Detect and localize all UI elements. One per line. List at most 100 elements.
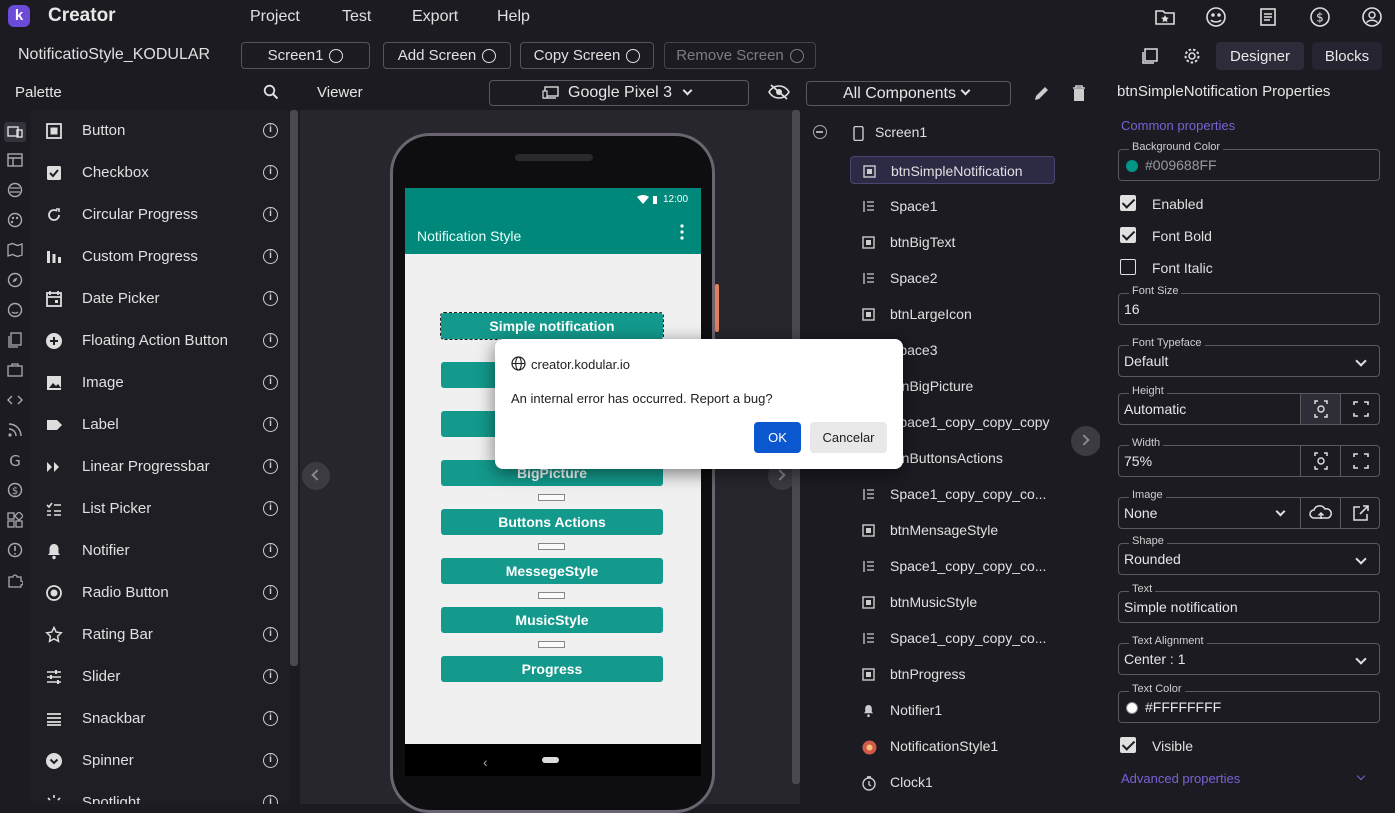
tree-item-space-copy-3[interactable]: Space1_copy_copy_co... — [850, 552, 1055, 580]
storage-category-icon[interactable] — [7, 332, 23, 348]
palette-item-date-picker[interactable]: Date Picker i — [31, 278, 289, 320]
open-external-icon[interactable] — [1340, 498, 1380, 528]
tree-item-btnsimplenotification[interactable]: btnSimpleNotification — [850, 156, 1055, 184]
info-icon[interactable]: i — [263, 417, 278, 432]
widgets-category-icon[interactable] — [7, 512, 23, 528]
phone-button-progress[interactable]: Progress — [441, 656, 663, 682]
info-icon[interactable]: i — [263, 459, 278, 474]
phone-space[interactable] — [538, 592, 565, 599]
palette-item-button[interactable]: Button i — [31, 110, 289, 152]
tree-item-space1[interactable]: Space1 — [850, 192, 1055, 220]
palette-item-circular-progress[interactable]: Circular Progress i — [31, 194, 289, 236]
gallery-icon[interactable] — [1141, 47, 1159, 65]
remove-screen-button[interactable]: Remove Screen — [664, 42, 816, 69]
tree-item-clock1[interactable]: Clock1 — [850, 768, 1055, 796]
code-category-icon[interactable] — [7, 392, 23, 408]
common-properties-header[interactable]: Common properties — [1121, 118, 1235, 133]
menu-project[interactable]: Project — [250, 8, 300, 26]
font-bold-checkbox[interactable] — [1120, 227, 1136, 243]
tree-item-notificationstyle1[interactable]: NotificationStyle1 — [850, 732, 1055, 760]
starred-folder-icon[interactable] — [1154, 6, 1176, 28]
palette-item-spinner[interactable]: Spinner i — [31, 740, 289, 782]
info-icon[interactable]: i — [263, 207, 278, 222]
info-icon[interactable]: i — [263, 333, 278, 348]
collapse-left-icon[interactable] — [302, 462, 330, 490]
info-icon[interactable]: i — [263, 627, 278, 642]
blocks-tab[interactable]: Blocks — [1312, 42, 1382, 70]
info-icon[interactable]: i — [263, 375, 278, 390]
palette-item-linear-progressbar[interactable]: Linear Progressbar i — [31, 446, 289, 488]
settings-gear-icon[interactable] — [1183, 47, 1201, 65]
account-icon[interactable] — [1361, 6, 1383, 28]
text-field[interactable]: Text Simple notification — [1118, 583, 1380, 623]
palette-item-spotlight[interactable]: Spotlight i — [31, 782, 289, 804]
palette-item-checkbox[interactable]: Checkbox i — [31, 152, 289, 194]
experimental-category-icon[interactable] — [7, 542, 23, 558]
tree-item-btnprogress[interactable]: btnProgress — [850, 660, 1055, 688]
delete-trash-icon[interactable] — [1071, 84, 1087, 102]
fit-content-icon[interactable] — [1300, 446, 1340, 476]
sensors-category-icon[interactable] — [7, 272, 23, 288]
background-color-field[interactable]: Background Color #009688FF — [1118, 141, 1380, 181]
enabled-checkbox[interactable] — [1120, 195, 1136, 211]
utilities-category-icon[interactable] — [7, 362, 23, 378]
user-interface-category-icon[interactable] — [4, 122, 26, 142]
google-category-icon[interactable]: G — [7, 452, 23, 468]
tree-item-space2[interactable]: Space2 — [850, 264, 1055, 292]
chevron-down-icon[interactable] — [1356, 771, 1366, 781]
palette-item-snackbar[interactable]: Snackbar i — [31, 698, 289, 740]
info-icon[interactable]: i — [263, 543, 278, 558]
feed-category-icon[interactable] — [7, 422, 23, 438]
monetization-category-icon[interactable]: $ — [7, 482, 23, 498]
info-icon[interactable]: i — [263, 795, 278, 804]
info-icon[interactable]: i — [263, 753, 278, 768]
font-italic-checkbox[interactable] — [1120, 259, 1136, 275]
palette-item-rating-bar[interactable]: Rating Bar i — [31, 614, 289, 656]
screen-select[interactable]: Screen1 — [241, 42, 370, 69]
maps-category-icon[interactable] — [7, 242, 23, 258]
menu-export[interactable]: Export — [412, 8, 458, 26]
font-size-field[interactable]: Font Size 16 — [1118, 285, 1380, 325]
palette-item-floating-action-button[interactable]: Floating Action Button i — [31, 320, 289, 362]
palette-item-radio-button[interactable]: Radio Button i — [31, 572, 289, 614]
image-select[interactable]: Image None — [1118, 489, 1380, 529]
width-field[interactable]: Width 75% — [1118, 437, 1380, 477]
palette-scrollbar[interactable] — [290, 110, 298, 666]
menu-help[interactable]: Help — [497, 8, 530, 26]
tree-item-btnmusicstyle[interactable]: btnMusicStyle — [850, 588, 1055, 616]
upload-cloud-icon[interactable] — [1300, 498, 1340, 528]
phone-space[interactable] — [538, 641, 565, 648]
tree-item-btnlargeicon[interactable]: btnLargeIcon — [850, 300, 1055, 328]
fill-parent-icon[interactable] — [1340, 446, 1380, 476]
palette-item-image[interactable]: Image i — [31, 362, 289, 404]
components-filter-select[interactable]: All Components — [806, 81, 1011, 106]
kodular-logo[interactable]: k — [8, 5, 30, 27]
text-alignment-select[interactable]: Text Alignment Center : 1 — [1118, 635, 1380, 675]
info-icon[interactable]: i — [263, 501, 278, 516]
phone-button-messegestyle[interactable]: MessegeStyle — [441, 558, 663, 584]
documentation-icon[interactable] — [1257, 6, 1279, 28]
collapse-tree-icon[interactable] — [813, 125, 827, 139]
palette-item-label[interactable]: Label i — [31, 404, 289, 446]
drawing-category-icon[interactable] — [7, 212, 23, 228]
social-category-icon[interactable] — [7, 302, 23, 318]
tree-item-btnbigtext[interactable]: btnBigText — [850, 228, 1055, 256]
phone-space[interactable] — [538, 543, 565, 550]
fill-parent-icon[interactable] — [1340, 394, 1380, 424]
palette-item-list-picker[interactable]: List Picker i — [31, 488, 289, 530]
font-typeface-select[interactable]: Font Typeface Default — [1118, 337, 1380, 377]
info-icon[interactable]: i — [263, 669, 278, 684]
palette-item-slider[interactable]: Slider i — [31, 656, 289, 698]
height-field[interactable]: Height Automatic — [1118, 385, 1380, 425]
info-icon[interactable]: i — [263, 291, 278, 306]
tree-item-notifier1[interactable]: Notifier1 — [850, 696, 1055, 724]
rename-pencil-icon[interactable] — [1033, 84, 1051, 102]
text-color-field[interactable]: Text Color #FFFFFFFF — [1118, 683, 1380, 723]
palette-item-custom-progress[interactable]: Custom Progress i — [31, 236, 289, 278]
info-icon[interactable]: i — [263, 165, 278, 180]
visible-checkbox[interactable] — [1120, 737, 1136, 753]
search-icon[interactable] — [263, 84, 279, 100]
shape-select[interactable]: Shape Rounded — [1118, 535, 1380, 575]
info-icon[interactable]: i — [263, 123, 278, 138]
palette-item-notifier[interactable]: Notifier i — [31, 530, 289, 572]
